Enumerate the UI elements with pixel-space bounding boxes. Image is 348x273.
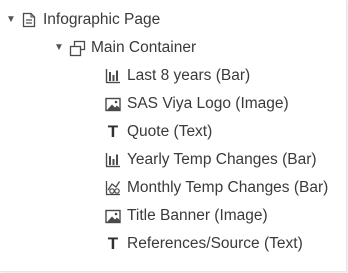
tree-node-label: Monthly Temp Changes (Bar) <box>127 179 329 196</box>
tree-node-main-container[interactable]: ▼ Main Container <box>54 36 196 60</box>
tree-node-label: Infographic Page <box>43 11 161 28</box>
tree-node-monthly-temp-changes[interactable]: Monthly Temp Changes (Bar) <box>104 176 328 200</box>
expand-caret-icon[interactable]: ▼ <box>6 8 20 32</box>
tree-node-title-banner[interactable]: Title Banner (Image) <box>104 204 268 228</box>
bar-chart-icon <box>104 151 122 169</box>
tree-node-label: References/Source (Text) <box>127 235 303 252</box>
image-icon <box>104 95 122 113</box>
custom-chart-icon <box>104 179 122 197</box>
tree-node-references-source[interactable]: T References/Source (Text) <box>104 232 303 256</box>
bar-chart-icon <box>104 67 122 85</box>
tree-node-last-8-years[interactable]: Last 8 years (Bar) <box>104 64 250 88</box>
tree-node-label: SAS Viya Logo (Image) <box>127 95 289 112</box>
page-icon <box>20 11 38 29</box>
image-icon <box>104 207 122 225</box>
tree-node-label: Title Banner (Image) <box>127 207 268 224</box>
tree-node-label: Quote (Text) <box>127 123 213 140</box>
text-icon: T <box>107 234 119 253</box>
tree-node-label: Yearly Temp Changes (Bar) <box>127 151 317 168</box>
text-icon: T <box>107 122 119 141</box>
tree-node-infographic-page[interactable]: ▼ Infographic Page <box>6 8 160 32</box>
tree-node-quote[interactable]: T Quote (Text) <box>104 120 212 144</box>
tree-node-label: Last 8 years (Bar) <box>127 67 251 84</box>
tree-node-yearly-temp-changes[interactable]: Yearly Temp Changes (Bar) <box>104 148 317 172</box>
tree-node-sas-viya-logo[interactable]: SAS Viya Logo (Image) <box>104 92 289 116</box>
tree-node-label: Main Container <box>91 39 197 56</box>
expand-caret-icon[interactable]: ▼ <box>54 36 68 60</box>
object-tree-panel: ▼ Infographic Page ▼ Main Container Last… <box>0 0 347 272</box>
container-icon <box>68 39 86 57</box>
